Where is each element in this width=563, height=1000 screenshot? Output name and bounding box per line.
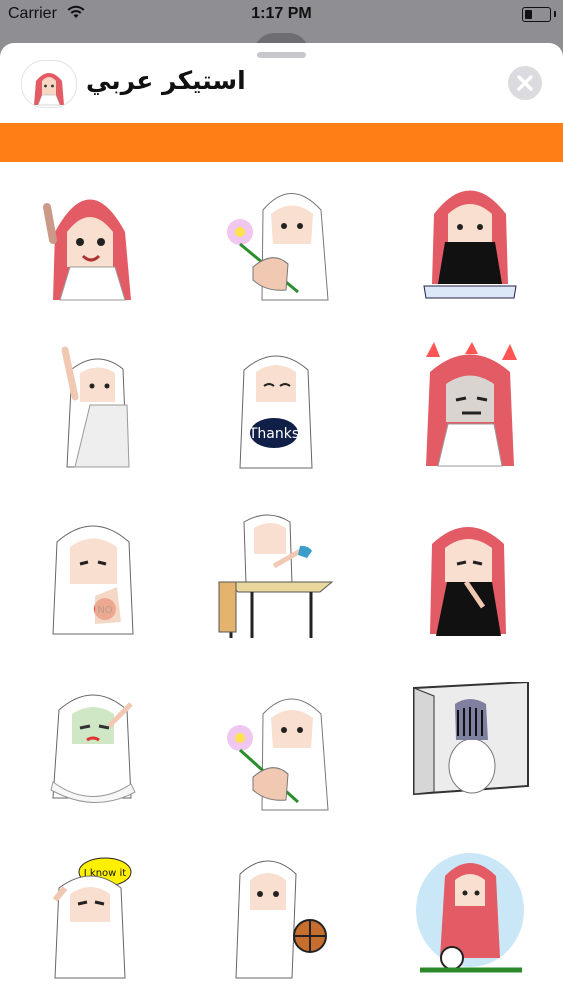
sticker-football[interactable]: [410, 852, 530, 982]
clock: 1:17 PM: [251, 5, 312, 22]
sticker-basketball[interactable]: [216, 852, 336, 982]
app-icon: [21, 60, 77, 108]
sticker-angry[interactable]: [410, 342, 530, 472]
sticker-no[interactable]: NO: [35, 512, 155, 642]
battery-icon: [522, 7, 551, 22]
sticker-thinking[interactable]: [410, 512, 530, 642]
sticker-thanks-label: Thanks: [248, 426, 299, 442]
sticker-thanks[interactable]: Thanks: [216, 342, 336, 472]
status-bar: Carrier 1:17 PM: [0, 0, 563, 30]
accent-bar: [0, 123, 563, 162]
sticker-sad[interactable]: [410, 682, 530, 812]
close-icon: [517, 75, 533, 91]
sticker-sheet: استيكر عربي Thanks NO: [0, 43, 563, 1000]
sticker-flower[interactable]: [216, 172, 336, 302]
sticker-sick[interactable]: [35, 682, 155, 812]
app-title: استيكر عربي: [86, 66, 246, 95]
sticker-flower-2[interactable]: [216, 682, 336, 812]
sticker-i-know-it[interactable]: I know it: [35, 852, 155, 982]
sticker-book[interactable]: [410, 172, 530, 302]
close-button[interactable]: [508, 66, 542, 100]
sheet-grabber[interactable]: [257, 52, 306, 58]
sticker-hand-up[interactable]: [35, 342, 155, 472]
sticker-grid: Thanks NO I know it: [0, 172, 563, 1000]
sticker-wave[interactable]: [35, 172, 155, 302]
sticker-tea[interactable]: [216, 512, 336, 642]
